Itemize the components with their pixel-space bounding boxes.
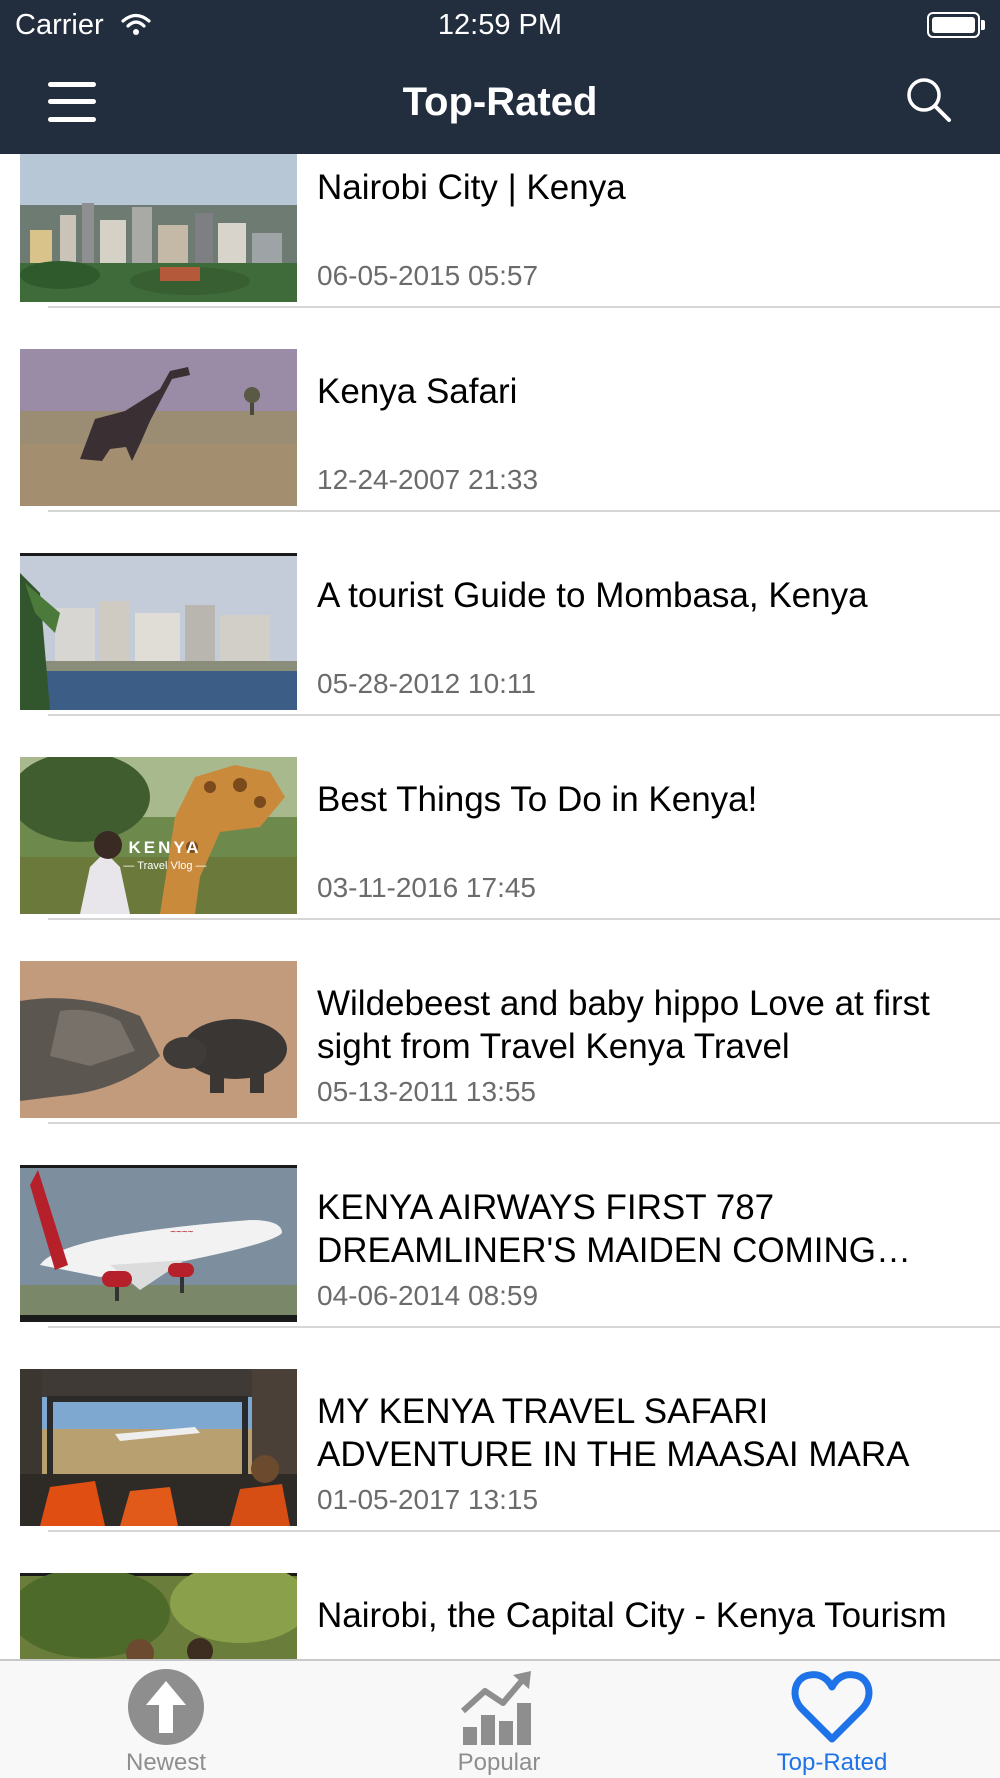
video-date: 12-24-2007 21:33 bbox=[317, 464, 539, 495]
video-title: KENYA AIRWAYS FIRST 787 DREAMLINER'S MAI… bbox=[317, 1188, 876, 1270]
bar-chart-trend-icon bbox=[460, 1671, 531, 1745]
list-item[interactable]: Kenya Safari 12-24-2007 21:33 bbox=[0, 308, 1000, 512]
tab-top-rated-label: Top-Rated bbox=[776, 1749, 888, 1776]
page-title: Top-Rated bbox=[402, 80, 598, 124]
video-date: 04-06-2014 08:59 bbox=[317, 1280, 539, 1311]
status-time: 12:59 PM bbox=[437, 9, 563, 41]
video-list[interactable]: Nairobi City | Kenya 06-05-2015 05:57 Ke… bbox=[0, 154, 1000, 1659]
list-item[interactable]: Nairobi City | Kenya 06-05-2015 05:57 bbox=[0, 154, 1000, 308]
list-item[interactable]: KENYA — Travel Vlog — Best Things To Do … bbox=[0, 716, 1000, 920]
video-thumbnail bbox=[20, 1573, 297, 1659]
video-title: Best Things To Do in Kenya! bbox=[317, 780, 758, 819]
video-thumbnail bbox=[20, 961, 297, 1118]
arrow-up-circle-icon bbox=[128, 1669, 204, 1745]
video-title: A tourist Guide to Mombasa, Kenya bbox=[317, 576, 868, 615]
video-title: MY KENYA TRAVEL SAFARI ADVENTURE IN THE … bbox=[317, 1392, 910, 1474]
tab-bar: Newest Popular Top-Rated bbox=[0, 1659, 1000, 1778]
thumbnail-title-text: KENYA bbox=[129, 838, 202, 857]
video-thumbnail bbox=[20, 349, 297, 506]
video-title: Wildebeest and baby hippo Love at first … bbox=[317, 984, 930, 1066]
tab-popular-label: Popular bbox=[457, 1749, 541, 1776]
heart-icon bbox=[791, 1671, 873, 1743]
navigation-bar: Top-Rated bbox=[0, 50, 1000, 154]
video-date: 03-11-2016 17:45 bbox=[317, 872, 536, 903]
list-item[interactable]: A tourist Guide to Mombasa, Kenya 05-28-… bbox=[0, 512, 1000, 716]
video-thumbnail bbox=[20, 553, 297, 710]
video-thumbnail bbox=[20, 1369, 297, 1526]
video-date: 06-05-2015 05:57 bbox=[317, 260, 539, 291]
search-icon[interactable] bbox=[905, 76, 953, 124]
video-thumbnail: ~~~~ bbox=[20, 1165, 297, 1322]
tab-newest[interactable]: Newest bbox=[66, 1661, 266, 1778]
tab-top-rated[interactable]: Top-Rated bbox=[732, 1661, 932, 1778]
video-date: 05-28-2012 10:11 bbox=[317, 668, 536, 699]
tab-popular[interactable]: Popular bbox=[399, 1661, 599, 1778]
battery-icon bbox=[927, 12, 985, 38]
video-thumbnail bbox=[20, 154, 297, 302]
video-date: 05-13-2011 13:55 bbox=[317, 1076, 536, 1107]
list-item[interactable]: ~~~~ KENYA AIRWAYS FIRST 787 DREAMLINER'… bbox=[0, 1124, 1000, 1328]
list-item[interactable]: Nairobi, the Capital City - Kenya Touris… bbox=[0, 1532, 1000, 1659]
video-thumbnail: KENYA — Travel Vlog — bbox=[20, 757, 297, 914]
thumbnail-subtitle-text: — Travel Vlog — bbox=[123, 860, 206, 872]
svg-text:~~~~: ~~~~ bbox=[170, 1227, 194, 1238]
video-title: Kenya Safari bbox=[317, 372, 518, 411]
status-bar: Carrier 12:59 PM bbox=[0, 0, 1000, 50]
video-title: Nairobi City | Kenya bbox=[317, 168, 626, 207]
video-title: Nairobi, the Capital City - Kenya Touris… bbox=[317, 1596, 947, 1635]
tab-newest-label: Newest bbox=[125, 1749, 207, 1776]
video-date: 01-05-2017 13:15 bbox=[317, 1484, 539, 1515]
list-item[interactable]: Wildebeest and baby hippo Love at first … bbox=[0, 920, 1000, 1124]
list-item[interactable]: MY KENYA TRAVEL SAFARI ADVENTURE IN THE … bbox=[0, 1328, 1000, 1532]
